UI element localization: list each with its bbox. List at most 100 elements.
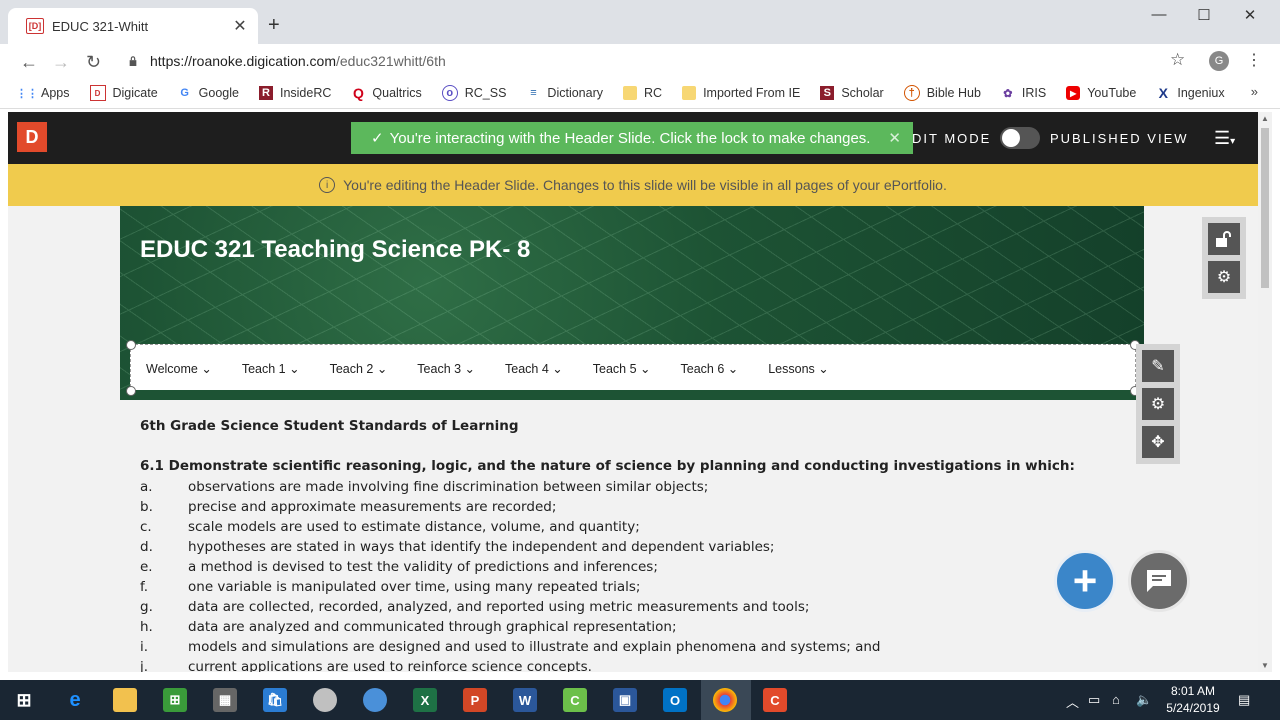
chrome-icon[interactable]	[713, 688, 737, 712]
header-bottom-strip	[120, 390, 1144, 400]
camtasia-recorder-icon[interactable]: C	[763, 688, 787, 712]
close-tab-icon[interactable]: ✕	[230, 16, 250, 36]
biblehub-icon: †	[903, 85, 920, 101]
battery-icon[interactable]: ▭	[1088, 692, 1100, 708]
folder-icon	[623, 86, 637, 100]
editing-notice-banner: i You're editing the Header Slide. Chang…	[8, 164, 1258, 206]
standard-6-1: 6.1 Demonstrate scientific reasoning, lo…	[140, 458, 1075, 474]
taskbar-clock[interactable]: 8:01 AM 5/24/2019	[1158, 683, 1228, 717]
nav-item-teach-2[interactable]: Teach 2 ⌄	[330, 361, 388, 376]
unlock-icon[interactable]	[1208, 223, 1240, 255]
slide-settings-icon[interactable]: ⚙	[1208, 261, 1240, 293]
nav-item-lessons[interactable]: Lessons ⌄	[768, 361, 829, 376]
bookmark-imported-from-ie[interactable]: Imported From IE	[682, 86, 800, 100]
bookmark-youtube[interactable]: ▶ YouTube	[1066, 86, 1136, 100]
reload-icon[interactable]: ↻	[86, 52, 101, 73]
calculator-green-icon[interactable]: ⊞	[163, 688, 187, 712]
profile-avatar[interactable]: G	[1209, 51, 1229, 71]
excel-icon[interactable]: X	[413, 688, 437, 712]
nav-item-teach-4[interactable]: Teach 4 ⌄	[505, 361, 563, 376]
outlook-icon[interactable]: O	[663, 688, 687, 712]
store-icon[interactable]: 🛍	[263, 688, 287, 712]
header-slide-toast: ✓ You're interacting with the Header Sli…	[351, 122, 913, 154]
network-icon[interactable]: ⌂	[1112, 692, 1120, 707]
close-window-icon[interactable]: ✕	[1227, 6, 1273, 24]
more-bookmarks-icon[interactable]: »	[1251, 84, 1258, 99]
gear-icon[interactable]: ⚙	[1142, 388, 1174, 420]
bookmark-iris[interactable]: ✿ IRIS	[1001, 86, 1046, 100]
globe-icon[interactable]	[363, 688, 387, 712]
chat-button[interactable]	[1128, 550, 1190, 612]
browser-menu-icon[interactable]: ⋮	[1246, 50, 1262, 70]
bookmark-qualtrics[interactable]: Q Qualtrics	[351, 85, 422, 101]
windows-taskbar: ⊞ e ⊞ ▦ 🛍 X P W C ▣ O C ︿ ▭ ⌂ 🔈 8:01 AM …	[0, 680, 1280, 720]
digication-logo[interactable]: D	[17, 122, 47, 152]
list-item: i. models and simulations are designed an…	[140, 639, 881, 655]
bookmark-ingeniux[interactable]: X Ingeniux	[1156, 85, 1225, 101]
notifications-icon[interactable]: ▤	[1238, 692, 1250, 708]
hamburger-menu-icon[interactable]: ☰▾	[1214, 128, 1235, 149]
word-icon[interactable]: W	[513, 688, 537, 712]
google-icon: G	[180, 87, 189, 99]
tab-title: EDUC 321-Whitt	[52, 18, 149, 34]
bookmark-rc[interactable]: RC	[623, 86, 662, 100]
browser-tab[interactable]: [D] EDUC 321-Whitt ✕	[8, 8, 258, 44]
file-explorer-icon[interactable]	[113, 688, 137, 712]
volume-icon[interactable]: 🔈	[1136, 692, 1152, 708]
nav-item-teach-5[interactable]: Teach 5 ⌄	[593, 361, 651, 376]
bookmark-apps[interactable]: ⋮⋮ Apps	[16, 86, 70, 100]
camtasia-green-icon[interactable]: C	[563, 688, 587, 712]
folder-icon	[682, 86, 697, 100]
calculator-icon[interactable]: ▦	[213, 688, 237, 712]
slide-tools-panel: ⚙	[1202, 217, 1246, 299]
list-item: b. precise and approximate measurements a…	[140, 499, 557, 515]
toast-message: You're interacting with the Header Slide…	[389, 129, 871, 147]
edge-icon[interactable]: e	[63, 688, 87, 712]
address-bar[interactable]: https://roanoke.digication.com/educ321wh…	[118, 47, 1198, 75]
lock-icon	[129, 56, 137, 66]
bookmark-biblehub[interactable]: † Bible Hub	[903, 85, 981, 101]
app-blue-icon[interactable]: ▣	[613, 688, 637, 712]
view-mode-toggle[interactable]	[1000, 127, 1040, 149]
snipping-tool-icon[interactable]	[313, 688, 337, 712]
nav-item-teach-3[interactable]: Teach 3 ⌄	[417, 361, 475, 376]
list-item: g. data are collected, recorded, analyzed…	[140, 599, 810, 615]
scroll-down-icon[interactable]: ▼	[1261, 661, 1269, 670]
scrollbar-thumb[interactable]	[1261, 128, 1269, 288]
bookmark-scholar[interactable]: S Scholar	[820, 86, 884, 100]
scroll-up-icon[interactable]: ▲	[1261, 114, 1269, 123]
page-scrollbar[interactable]: ▲ ▼	[1258, 112, 1272, 672]
add-block-button[interactable]: +	[1054, 550, 1116, 612]
bookmark-rcss[interactable]: o RC_SS	[441, 85, 506, 101]
bookmark-insiderc[interactable]: R InsideRC	[258, 86, 331, 100]
new-tab-button[interactable]: +	[268, 14, 280, 37]
nav-item-teach-6[interactable]: Teach 6 ⌄	[681, 361, 739, 376]
tray-overflow-icon[interactable]: ︿	[1066, 692, 1079, 711]
minimize-icon[interactable]: —	[1136, 6, 1182, 23]
bookmark-google[interactable]: G Google	[178, 86, 239, 100]
forward-icon[interactable]: →	[52, 52, 70, 73]
content-heading: 6th Grade Science Student Standards of L…	[140, 418, 519, 434]
bookmark-digicate[interactable]: D Digicate	[89, 85, 158, 101]
check-icon: ✓	[371, 130, 384, 147]
resize-handle[interactable]	[126, 340, 136, 350]
windows-start-icon[interactable]: ⊞	[12, 688, 36, 712]
youtube-icon: ▶	[1066, 86, 1081, 100]
nav-item-teach-1[interactable]: Teach 1 ⌄	[242, 361, 300, 376]
powerpoint-icon[interactable]: P	[463, 688, 487, 712]
resize-handle[interactable]	[126, 386, 136, 396]
move-icon[interactable]: ✥	[1142, 426, 1174, 458]
bookmark-dictionary[interactable]: ≡ Dictionary	[526, 86, 603, 100]
maximize-icon[interactable]: ☐	[1181, 6, 1227, 24]
edit-mode-label: DIT MODE	[912, 131, 992, 146]
browser-tab-bar: [D] EDUC 321-Whitt ✕ + — ☐ ✕	[0, 0, 1280, 44]
app-top-bar: D DIT MODE PUBLISHED VIEW ☰▾ ✓ You're in…	[8, 112, 1258, 164]
edit-icon[interactable]: ✎	[1142, 350, 1174, 382]
back-icon[interactable]: ←	[20, 52, 38, 73]
chat-icon	[1147, 570, 1171, 592]
bookmark-star-icon[interactable]: ☆	[1170, 50, 1185, 70]
block-tools-panel: ✎ ⚙ ✥	[1136, 344, 1180, 464]
list-item: a. observations are made involving fine d…	[140, 479, 709, 495]
close-toast-icon[interactable]: ✕	[888, 129, 901, 147]
nav-item-welcome[interactable]: Welcome ⌄	[146, 361, 212, 376]
